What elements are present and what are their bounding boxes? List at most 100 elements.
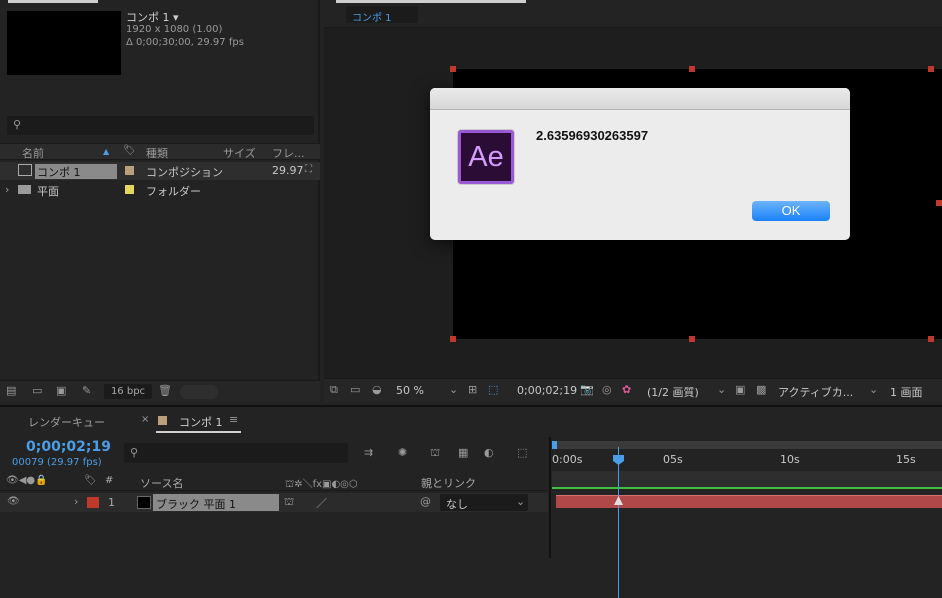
- sort-asc-icon[interactable]: ▲: [103, 147, 109, 156]
- item-name[interactable]: コンポ 1: [35, 164, 117, 179]
- views-select[interactable]: 1 画面: [890, 384, 923, 400]
- chevron-down-icon[interactable]: ⌄: [516, 495, 525, 508]
- pickwhip-icon[interactable]: @: [420, 495, 431, 508]
- camera-select[interactable]: アクティブカ...: [778, 384, 853, 400]
- timeline-divider[interactable]: [549, 437, 551, 558]
- av-features-icon: 👁◀●🔒: [6, 475, 48, 486]
- tab-composition[interactable]: コンポ 1: [346, 6, 418, 24]
- corner-handle[interactable]: [928, 336, 934, 342]
- item-fps: 29.97: [272, 164, 304, 177]
- grid-icon[interactable]: ⊞: [468, 383, 477, 396]
- color-channels-icon[interactable]: ✿: [622, 383, 631, 396]
- camera-icon[interactable]: 📷: [580, 383, 594, 396]
- work-area-start[interactable]: [552, 441, 557, 449]
- project-tab-indicator: [8, 0, 98, 3]
- viewer-tab-indicator: [336, 0, 526, 3]
- label-tag-icon: 🏷: [84, 475, 97, 486]
- draft-3d-icon[interactable]: ✺: [398, 446, 407, 459]
- col-size[interactable]: サイズ: [223, 145, 256, 161]
- ok-button[interactable]: OK: [752, 201, 830, 221]
- layer-label-swatch[interactable]: [87, 497, 99, 508]
- label-swatch[interactable]: [125, 166, 134, 175]
- dialog-message: 2.63596930263597: [536, 128, 649, 143]
- edge-handle[interactable]: [689, 336, 695, 342]
- chevron-down-icon[interactable]: ⌄: [869, 383, 878, 396]
- timeline-search-input[interactable]: ⚲: [124, 443, 348, 463]
- item-type: フォルダー: [146, 185, 201, 198]
- project-column-header: 名前 ▲ 🏷 種類 サイズ フレ...: [0, 143, 320, 160]
- edge-handle[interactable]: [689, 66, 695, 72]
- project-item-folder[interactable]: › 平面 フォルダー: [0, 181, 320, 199]
- tab-comp[interactable]: コンポ 1: [179, 414, 223, 430]
- tab-render-queue[interactable]: レンダーキュー: [28, 414, 105, 430]
- snapshot-icon[interactable]: ◎: [602, 383, 612, 396]
- layer-row[interactable]: 👁 › 1 ブラック 平面 1 ⛫ ／ @ なし ⌄: [0, 493, 548, 512]
- transparency-grid-icon[interactable]: ▩: [756, 383, 766, 396]
- flowchart-icon[interactable]: ⛶: [305, 164, 312, 175]
- shy-icon[interactable]: ⛫: [430, 446, 440, 461]
- interpret-footage-icon[interactable]: ▤: [6, 384, 16, 397]
- menu-icon[interactable]: ≡: [229, 413, 238, 426]
- render-bar: [552, 487, 942, 489]
- trash-icon[interactable]: 🗑: [158, 384, 172, 397]
- corner-handle[interactable]: [450, 336, 456, 342]
- bit-depth-button[interactable]: 16 bpc: [104, 384, 152, 399]
- dialog-titlebar[interactable]: [430, 88, 850, 110]
- viewer-timecode[interactable]: 0;00;02;19: [517, 384, 577, 397]
- comp-name[interactable]: コンポ 1 ▾: [126, 9, 179, 25]
- motion-blur-icon[interactable]: ◐: [484, 446, 494, 459]
- resolution-select[interactable]: (1/2 画質): [647, 384, 699, 400]
- item-type: コンポジション: [146, 166, 223, 179]
- edge-handle[interactable]: [936, 200, 942, 206]
- shy-switch-icon[interactable]: ⛫: [284, 495, 294, 510]
- playhead[interactable]: [618, 447, 619, 598]
- layer-name[interactable]: ブラック 平面 1: [153, 494, 279, 511]
- col-name[interactable]: 名前: [22, 145, 44, 161]
- time-ruler[interactable]: 0:00s 05s 10s 15s: [552, 441, 942, 471]
- preview-icon[interactable]: ⧉: [330, 383, 338, 397]
- comp-resolution: 1920 x 1080 (1.00): [126, 24, 223, 35]
- after-effects-icon: Ae: [458, 130, 514, 184]
- eye-icon[interactable]: 👁: [7, 496, 20, 507]
- region-icon[interactable]: ⬚: [488, 383, 498, 396]
- ruler-tick-label: 15s: [896, 453, 916, 466]
- ruler-tick-label: 05s: [663, 453, 683, 466]
- monitor-icon[interactable]: ▭: [350, 383, 360, 396]
- corner-handle[interactable]: [450, 66, 456, 72]
- corner-handle[interactable]: [928, 66, 934, 72]
- timeline-panel: レンダーキュー × コンポ 1 ≡ 0;00;02;19 00079 (29.9…: [0, 405, 942, 598]
- comp-mini-flowchart-icon[interactable]: ⇉: [364, 446, 373, 459]
- chevron-right-icon[interactable]: ›: [5, 183, 9, 196]
- graph-editor-icon[interactable]: ⬚: [517, 446, 527, 459]
- new-folder-icon[interactable]: ▭: [32, 384, 42, 397]
- comp-marker-track: [552, 471, 942, 487]
- item-name[interactable]: 平面: [37, 183, 59, 199]
- zoom-select[interactable]: 50 %: [396, 384, 424, 397]
- work-area-bar[interactable]: [552, 441, 942, 449]
- current-timecode[interactable]: 0;00;02;19: [26, 439, 111, 455]
- comp-thumbnail: [7, 11, 121, 75]
- chevron-down-icon[interactable]: ⌄: [449, 383, 458, 396]
- chevron-down-icon[interactable]: ⌄: [717, 383, 726, 396]
- timeline-tab-indicator: [156, 431, 241, 433]
- col-type[interactable]: 種類: [146, 145, 168, 161]
- project-search-input[interactable]: ⚲: [7, 116, 314, 135]
- col-parent[interactable]: 親とリンク: [421, 475, 476, 491]
- col-source-name[interactable]: ソース名: [140, 475, 183, 491]
- label-tag-icon: 🏷: [123, 145, 136, 156]
- quality-switch-icon[interactable]: ／: [316, 495, 327, 511]
- alert-dialog: Ae 2.63596930263597 OK: [430, 88, 850, 240]
- new-comp-icon[interactable]: ▣: [56, 384, 66, 397]
- project-scroll[interactable]: [180, 385, 218, 399]
- chevron-right-icon[interactable]: ›: [74, 495, 78, 508]
- col-frame[interactable]: フレ...: [272, 145, 305, 161]
- layer-duration-bar[interactable]: [556, 495, 942, 508]
- close-icon[interactable]: ×: [141, 414, 149, 425]
- mask-icon[interactable]: ◒: [372, 383, 382, 396]
- parent-select[interactable]: なし: [440, 494, 528, 511]
- roi-icon[interactable]: ▣: [735, 383, 745, 396]
- project-item-comp[interactable]: コンポ 1 コンポジション 29.97 ⛶: [0, 162, 320, 180]
- label-swatch[interactable]: [125, 185, 134, 194]
- frame-blend-icon[interactable]: ▦: [458, 446, 468, 459]
- pen-icon[interactable]: ✎: [82, 384, 91, 397]
